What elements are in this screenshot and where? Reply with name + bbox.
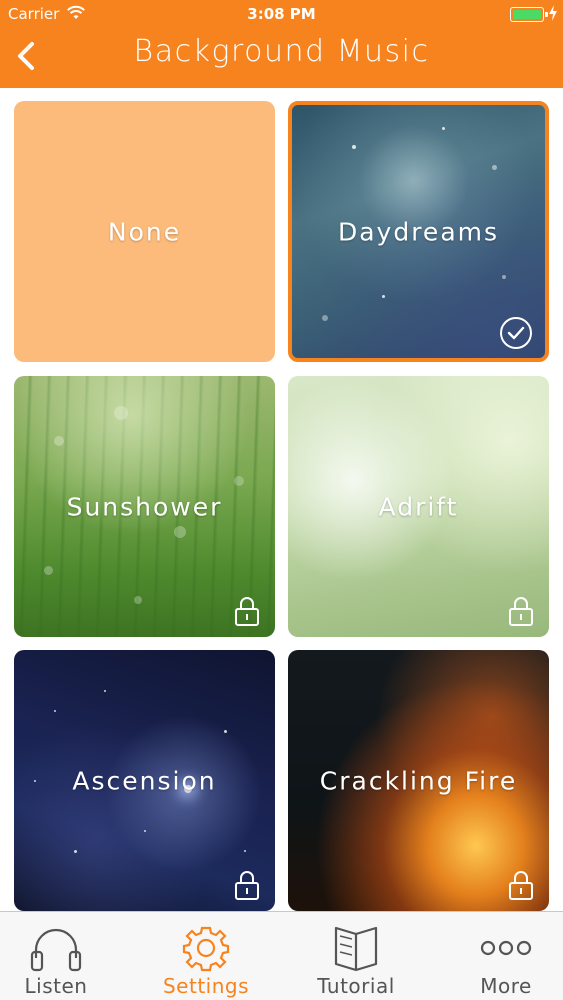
book-icon bbox=[334, 926, 378, 972]
music-tile-daydreams[interactable]: Daydreams bbox=[288, 101, 549, 362]
lock-icon bbox=[235, 597, 259, 626]
music-tile-crackling-fire[interactable]: Crackling Fire bbox=[288, 650, 549, 911]
clock: 3:08 PM bbox=[247, 5, 316, 23]
charging-bolt-icon bbox=[549, 5, 557, 21]
tab-label: Listen bbox=[24, 974, 88, 998]
gear-icon bbox=[182, 926, 230, 972]
lock-icon bbox=[235, 871, 259, 900]
music-tile-label: Daydreams bbox=[337, 217, 500, 246]
music-tile-label: Sunshower bbox=[66, 492, 223, 521]
tab-label: Settings bbox=[162, 974, 250, 998]
tab-settings[interactable]: Settings bbox=[136, 912, 276, 1000]
tab-label: More bbox=[480, 974, 532, 998]
back-button[interactable] bbox=[10, 36, 44, 76]
lock-icon bbox=[509, 871, 533, 900]
status-bar: Carrier 3:08 PM bbox=[0, 0, 563, 30]
music-tile-adrift[interactable]: Adrift bbox=[288, 376, 549, 637]
headphones-icon bbox=[30, 928, 82, 972]
checkmark-circle-icon bbox=[500, 317, 532, 349]
music-tile-label: None bbox=[107, 217, 182, 246]
tab-listen[interactable]: Listen bbox=[0, 912, 126, 1000]
music-tile-label: Adrift bbox=[378, 492, 459, 521]
tab-bar: Listen Settings Tutorial More bbox=[0, 911, 563, 1000]
tab-tutorial[interactable]: Tutorial bbox=[286, 912, 426, 1000]
top-bar: Carrier 3:08 PM Background Music bbox=[0, 0, 563, 88]
more-dots-icon bbox=[480, 940, 532, 956]
music-tile-label: Ascension bbox=[72, 766, 217, 795]
page-title: Background Music bbox=[133, 34, 430, 69]
lock-icon bbox=[509, 597, 533, 626]
music-tile-none[interactable]: None bbox=[14, 101, 275, 362]
music-grid: None Daydreams Sunshower Adrift Ascensio… bbox=[0, 88, 563, 911]
battery-icon bbox=[510, 7, 548, 22]
music-tile-label: Crackling Fire bbox=[319, 766, 518, 795]
tab-label: Tutorial bbox=[317, 974, 395, 998]
music-tile-sunshower[interactable]: Sunshower bbox=[14, 376, 275, 637]
tab-more[interactable]: More bbox=[436, 912, 563, 1000]
music-tile-ascension[interactable]: Ascension bbox=[14, 650, 275, 911]
